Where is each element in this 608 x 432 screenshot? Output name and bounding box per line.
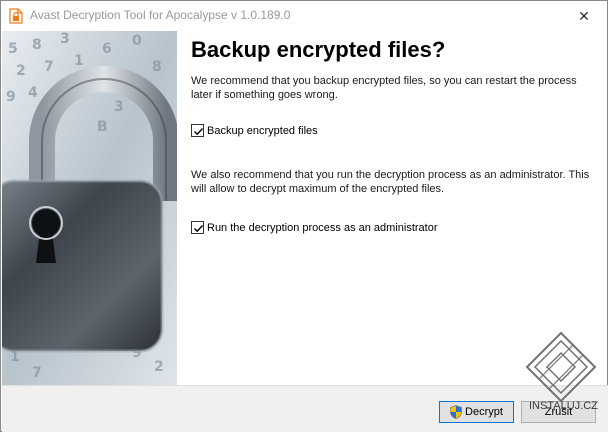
uac-shield-icon [450,405,462,419]
admin-checkbox[interactable] [191,221,204,234]
window-title: Avast Decryption Tool for Apocalypse v 1… [30,8,291,22]
svg-text:1: 1 [74,53,84,69]
backup-recommendation-text: We recommend that you backup encrypted f… [191,75,577,101]
app-icon [9,8,23,24]
svg-text:6: 6 [102,41,112,57]
admin-checkbox-row[interactable]: Run the decryption process as an adminis… [191,221,438,234]
svg-text:7: 7 [44,59,54,75]
checkmark-icon [194,225,204,233]
backup-checkbox-row[interactable]: Backup encrypted files [191,124,318,137]
decrypt-button[interactable]: Decrypt [439,401,514,423]
backup-checkbox[interactable] [191,124,204,137]
svg-text:B: B [97,119,108,135]
close-button[interactable]: ✕ [561,1,607,31]
close-icon: ✕ [578,7,590,24]
svg-text:4: 4 [28,85,38,101]
dialog-window: Avast Decryption Tool for Apocalypse v 1… [0,0,608,432]
checkmark-icon [194,128,204,136]
page-title: Backup encrypted files? [191,37,446,62]
svg-text:9: 9 [6,89,16,105]
svg-text:3: 3 [60,31,70,47]
padlock-graphic: 583 271 946 085 692 17 B3 [2,31,177,385]
button-bar: Decrypt Zrušit [2,385,608,432]
svg-text:8: 8 [32,37,42,53]
svg-text:0: 0 [132,33,142,49]
svg-text:8: 8 [152,59,162,75]
main-content: Backup encrypted files? We recommend tha… [191,37,591,234]
svg-text:7: 7 [32,365,42,381]
admin-checkbox-label[interactable]: Run the decryption process as an adminis… [207,222,438,234]
admin-recommendation-text: We also recommend that you run the decry… [191,169,590,195]
watermark-logo-icon [525,331,597,403]
decrypt-button-label: Decrypt [465,406,503,418]
svg-text:2: 2 [16,63,26,79]
svg-text:5: 5 [8,41,18,57]
svg-text:3: 3 [114,99,124,115]
padlock-illustration: 583 271 946 085 692 17 B3 [2,31,177,385]
title-bar[interactable]: Avast Decryption Tool for Apocalypse v 1… [1,1,607,31]
svg-text:2: 2 [154,359,164,375]
backup-checkbox-label[interactable]: Backup encrypted files [207,125,318,137]
watermark-text: INSTALUJ.CZ [529,400,598,412]
